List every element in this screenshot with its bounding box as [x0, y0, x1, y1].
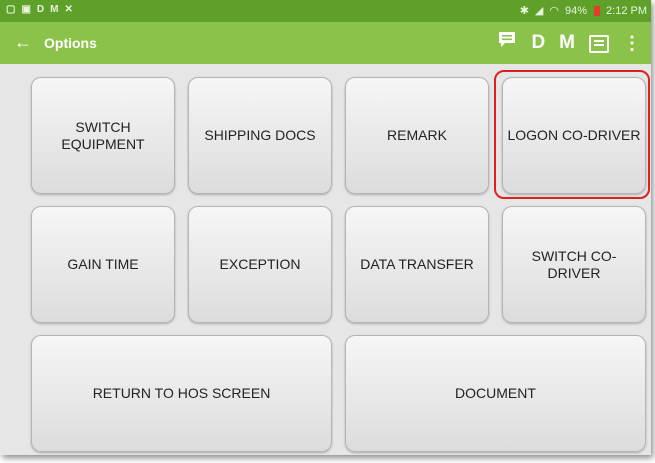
message-icon[interactable] [497, 30, 517, 56]
return-to-hos-button[interactable]: RETURN TO HOS SCREEN [31, 335, 332, 452]
document-button[interactable]: DOCUMENT [345, 335, 646, 452]
battery-text: 94% [565, 4, 588, 17]
screenshot-icon: ▢ [6, 4, 16, 15]
switch-equipment-button[interactable]: SWITCH EQUIPMENT [31, 77, 175, 194]
remark-button[interactable]: REMARK [345, 77, 489, 194]
arrow-left-icon[interactable]: ← [14, 32, 32, 52]
data-transfer-button[interactable]: DATA TRANSFER [345, 206, 489, 323]
battery-icon [594, 5, 601, 16]
missed-call-icon: ✕ [64, 4, 73, 15]
more-vert-icon[interactable]: ⋮ [623, 33, 641, 54]
shipping-docs-button[interactable]: SHIPPING DOCS [188, 77, 332, 194]
signal-icon: ◢ [534, 5, 544, 17]
gain-time-button[interactable]: GAIN TIME [31, 206, 175, 323]
driver-d-button[interactable]: D [531, 32, 545, 54]
app-bar-actions: D M ⋮ [497, 30, 641, 56]
status-bar: ▢ ▣ D M ✕ ✱ ◢ ◠ 94% 2:12 PM [0, 0, 651, 22]
page-title: Options [44, 35, 97, 51]
status-icon-d: D [36, 4, 45, 15]
status-bar-left: ▢ ▣ D M ✕ [6, 4, 73, 15]
inspection-icon[interactable] [589, 35, 609, 53]
highlight-box [494, 70, 650, 199]
bluetooth-icon: ✱ [519, 5, 529, 17]
app-bar: ← Options D M ⋮ [0, 22, 651, 64]
switch-co-driver-button[interactable]: SWITCH CO- DRIVER [502, 206, 646, 323]
status-bar-right: ✱ ◢ ◠ 94% 2:12 PM [519, 4, 647, 18]
wifi-icon: ◠ [549, 5, 559, 17]
clock: 2:12 PM [606, 4, 647, 17]
image-icon: ▣ [21, 4, 31, 15]
driver-m-button[interactable]: M [559, 32, 575, 54]
status-icon-m: M [50, 4, 59, 15]
device-screen: ▢ ▣ D M ✕ ✱ ◢ ◠ 94% 2:12 PM ← Options D … [0, 0, 651, 455]
exception-button[interactable]: EXCEPTION [188, 206, 332, 323]
